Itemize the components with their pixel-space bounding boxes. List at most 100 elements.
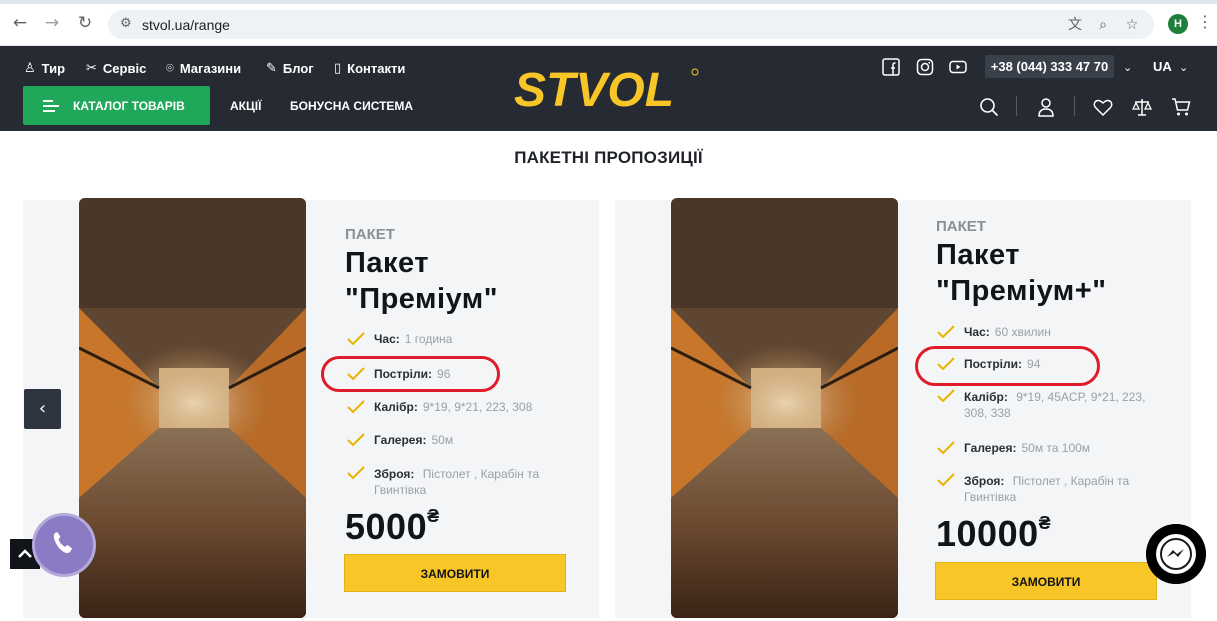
catalog-button[interactable]: КАТАЛОГ ТОВАРІВ [23,86,210,125]
package-info: ПАКЕТ Пакет "Преміум+" [936,218,1176,309]
top-link-contacts[interactable]: ▯ Контакти [334,59,405,77]
check-icon [347,332,365,346]
profile-avatar[interactable]: H [1168,14,1188,34]
package-price: 5000₴ [345,506,440,548]
header-divider [1074,96,1075,116]
messenger-chat-button[interactable] [1146,524,1206,584]
user-account-icon[interactable] [1035,96,1057,118]
reload-icon[interactable]: ↻ [75,13,95,33]
top-link-label: Сервіс [102,60,147,76]
package-name: Пакет "Преміум+" [936,237,1176,309]
slider-prev-button[interactable]: ‹ [24,389,61,429]
feature-value: 50м [431,433,454,447]
chevron-down-icon[interactable]: ⌄ [1179,61,1188,74]
check-icon [347,433,365,447]
feature-label: Галерея: [964,441,1017,455]
feature-label: Галерея: [374,433,427,447]
call-back-button[interactable] [32,513,96,577]
check-icon [937,441,955,455]
nav-bonus-system[interactable]: БОНУСНА СИСТЕМА [290,99,413,113]
heart-wishlist-icon[interactable] [1092,96,1114,118]
highlight-annotation [915,346,1100,386]
zoom-icon[interactable]: ⌕ [1094,16,1112,34]
youtube-icon[interactable] [949,58,967,76]
feature-text: Зброя: Пістолет , Карабін та Гвинтівка [374,466,567,498]
phone-number[interactable]: +38 (044) 333 47 70 [985,55,1114,78]
feature-label: Калібр: [964,390,1008,404]
shooting-range-photo [671,198,898,618]
check-icon [937,389,955,403]
browser-toolbar: ← → ↻ ⚙ stvol.ua/range 文 ⌕ ☆ H ⋮ [0,0,1217,46]
url-text[interactable]: stvol.ua/range [142,17,230,33]
feature-value: 50м та 100м [1021,441,1091,455]
top-link-service[interactable]: ✂ Сервіс [86,59,146,77]
translate-icon[interactable]: 文 [1066,16,1084,34]
top-link-label: Блог [282,60,314,76]
catalog-label: КАТАЛОГ ТОВАРІВ [73,98,185,113]
browser-menu-icon[interactable]: ⋮ [1197,12,1213,31]
stvol-logo[interactable]: STVOL [514,62,704,114]
instagram-icon[interactable] [916,58,934,76]
header-divider [1016,96,1017,116]
top-link-label: Магазини [179,60,242,76]
price-value: 10000 [936,513,1039,554]
package-name: Пакет "Преміум" [345,245,585,317]
feature-weapons: Зброя: Пістолет , Карабін та Гвинтівка [347,466,567,504]
feature-label: Зброя: [374,467,415,481]
tools-icon: ✂ [86,60,97,76]
feature-label: Калібр: [374,400,418,414]
shopping-cart-icon[interactable] [1170,96,1192,118]
shooting-range-photo [79,198,306,618]
top-link-shops[interactable]: ⌾ Магазини [166,59,241,77]
check-icon [937,325,955,339]
nav-promotions[interactable]: АКЦІЇ [230,99,261,113]
feature-value: 1 година [404,332,453,346]
phone-device-icon: ▯ [334,60,342,76]
feature-caliber: Калібр: 9*19, 45ACP, 9*21, 223, 308, 338 [937,389,1162,441]
package-price: 10000₴ [936,513,1051,555]
top-link-label: Тир [41,60,66,76]
top-link-label: Контакти [347,60,406,76]
back-icon[interactable]: ← [10,13,30,33]
feature-caliber: Калібр: 9*19, 9*21, 223, 308 [347,400,567,433]
tab-strip [0,0,1217,4]
feature-value: 60 хвилин [994,325,1051,339]
search-icon[interactable] [978,96,1000,118]
check-icon [347,400,365,414]
package-card: ПАКЕТ Пакет "Преміум" Час: 1 година Пост… [23,198,599,618]
top-link-tir[interactable]: ♙ Тир [24,59,65,77]
package-kicker: ПАКЕТ [345,226,395,243]
language-select[interactable]: UA [1153,59,1172,74]
shooter-icon: ♙ [24,60,36,76]
location-pin-icon: ⌾ [166,60,174,76]
feature-text: Калібр: 9*19, 45ACP, 9*21, 223, 308, 338 [964,389,1162,421]
compare-scales-icon[interactable] [1131,96,1153,118]
highlight-annotation [321,356,500,392]
bookmark-star-icon[interactable]: ☆ [1123,16,1141,34]
pen-icon: ✎ [266,60,277,76]
chevron-down-icon[interactable]: ⌄ [1123,61,1132,74]
site-header: ♙ Тир ✂ Сервіс ⌾ Магазини ✎ Блог ▯ Конта… [0,46,1217,131]
package-name-line: "Преміум" [345,283,499,315]
feature-gallery: Галерея: 50м [347,433,567,466]
top-link-blog[interactable]: ✎ Блог [266,59,314,77]
order-button[interactable]: ЗАМОВИТИ [344,554,566,592]
feature-gallery: Галерея: 50м та 100м [937,441,1162,473]
price-value: 5000 [345,506,428,547]
package-card: ПАКЕТ Пакет "Преміум+" Час: 60 хвилин По… [615,198,1191,618]
package-name-line: Пакет [936,239,1020,271]
address-bar[interactable]: ⚙ stvol.ua/range 文 ⌕ ☆ [108,10,1154,39]
menu-burger-icon [43,97,59,115]
logo-text: STVOL [514,64,674,114]
order-button[interactable]: ЗАМОВИТИ [935,562,1157,600]
site-settings-icon[interactable]: ⚙ [120,16,136,32]
feature-label: Час: [374,332,400,346]
check-icon [937,473,955,487]
currency-sign: ₴ [1038,513,1052,533]
shooting-gallery-image [79,198,306,618]
forward-icon[interactable]: → [42,13,62,33]
feature-weapons: Зброя: Пістолет , Карабін та Гвинтівка [937,473,1162,511]
section-title: ПАКЕТНІ ПРОПОЗИЦІЇ [514,148,703,167]
package-name-line: "Преміум+" [936,275,1107,307]
facebook-icon[interactable] [882,58,900,76]
